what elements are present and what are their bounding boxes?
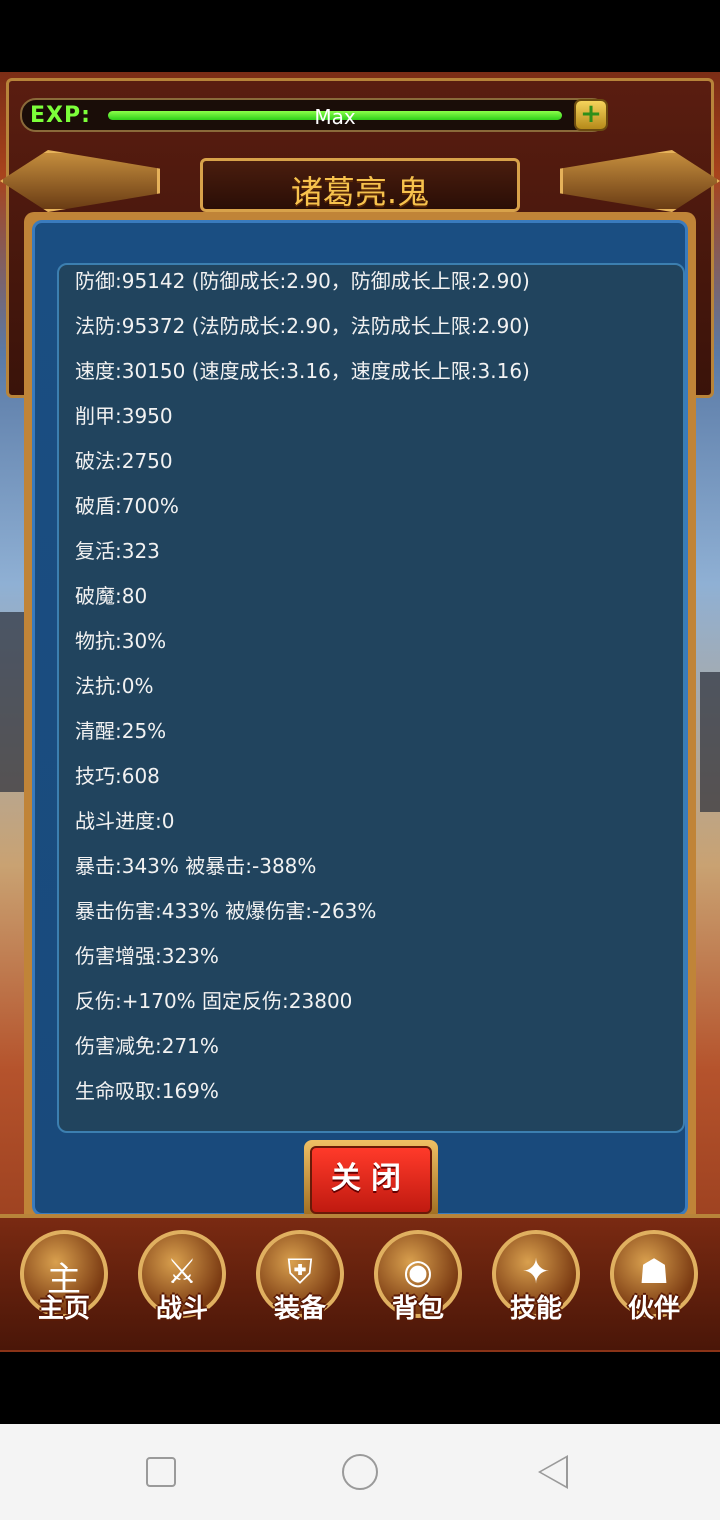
- nav-item-home[interactable]: 主主页: [14, 1230, 114, 1342]
- nav-item-equipment[interactable]: ⛨ 装备: [250, 1230, 350, 1342]
- stat-line: 战斗进度:0: [75, 809, 175, 833]
- nav-label: 技能: [509, 1294, 562, 1324]
- stat-line: 破盾:700%: [75, 494, 179, 518]
- add-exp-button[interactable]: +: [574, 99, 608, 131]
- nav-label: 伙伴: [627, 1294, 680, 1324]
- scene-tower: [0, 612, 26, 792]
- stat-line: 伤害减免:271%: [75, 1034, 219, 1058]
- dialog-body: 防御:95142 (防御成长:2.90，防御成长上限:2.90) 法防:95372…: [32, 220, 688, 1220]
- nav-item-bag[interactable]: ◉ 背包: [368, 1230, 468, 1342]
- stat-line: 法防:95372 (法防成长:2.90，法防成长上限:2.90): [75, 314, 530, 338]
- stat-line: 复活:323: [75, 539, 160, 563]
- status-bar-area: [0, 0, 720, 72]
- nav-symbol: ☗: [638, 1252, 670, 1292]
- title-plate: 诸葛亮.鬼: [0, 140, 720, 220]
- stat-line: 破魔:80: [75, 584, 148, 608]
- stat-line: 伤害增强:323%: [75, 944, 219, 968]
- close-button-label: 关闭: [310, 1146, 432, 1214]
- stat-line: 破法:2750: [75, 449, 173, 473]
- nav-symbol: ⚔: [166, 1252, 198, 1292]
- home-system-icon[interactable]: [342, 1454, 378, 1490]
- nav-item-battle[interactable]: ⚔ 战斗: [132, 1230, 232, 1342]
- scene-tower: [700, 672, 720, 812]
- nav-symbol: ◉: [403, 1252, 433, 1292]
- bottom-nav: 主主页 ⚔ 战斗 ⛨ 装备 ◉ 背包 ✦ 技能 ☗ 伙伴: [0, 1214, 720, 1350]
- exp-label: EXP:: [30, 103, 91, 128]
- nav-label: 主页: [37, 1294, 90, 1324]
- nav-symbol: ✦: [521, 1252, 551, 1292]
- stats-list: 防御:95142 (防御成长:2.90，防御成长上限:2.90) 法防:95372…: [75, 267, 673, 1122]
- recent-apps-icon[interactable]: [146, 1457, 176, 1487]
- stat-line: 防御:95142 (防御成长:2.90，防御成长上限:2.90): [75, 269, 530, 293]
- stat-line: 削甲:3950: [75, 404, 173, 428]
- nav-label: 背包: [391, 1294, 444, 1324]
- title-banner: 诸葛亮.鬼: [200, 158, 520, 212]
- stat-line: 暴击:343% 被暴击:-388%: [75, 854, 317, 878]
- back-icon[interactable]: [538, 1455, 568, 1489]
- stats-scroll-panel[interactable]: 防御:95142 (防御成长:2.90，防御成长上限:2.90) 法防:95372…: [57, 263, 685, 1133]
- stat-line: 反伤:+170% 固定反伤:23800: [75, 989, 353, 1013]
- stats-dialog: 防御:95142 (防御成长:2.90，防御成长上限:2.90) 法防:95372…: [24, 212, 696, 1224]
- title-ornament-left: [0, 150, 160, 212]
- stat-line: 物抗:30%: [75, 629, 167, 653]
- exp-value: Max: [314, 105, 356, 129]
- stat-line: 暴击伤害:433% 被爆伤害:-263%: [75, 899, 377, 923]
- stat-line: 清醒:25%: [75, 719, 167, 743]
- dialog-title: 诸葛亮.鬼: [290, 173, 430, 211]
- nav-item-partner[interactable]: ☗ 伙伴: [604, 1230, 704, 1342]
- exp-bar: Max: [108, 105, 562, 129]
- nav-label: 战斗: [155, 1294, 208, 1324]
- stat-line: 法抗:0%: [75, 674, 154, 698]
- stat-line: 速度:30150 (速度成长:3.16，速度成长上限:3.16): [75, 359, 530, 383]
- stat-line: 技巧:608: [75, 764, 160, 788]
- stat-line: 生命吸取:169%: [75, 1079, 219, 1103]
- title-ornament-right: [560, 150, 720, 212]
- nav-item-skill[interactable]: ✦ 技能: [486, 1230, 586, 1342]
- nav-symbol: ⛨: [287, 1252, 313, 1292]
- nav-label: 装备: [273, 1294, 326, 1324]
- system-nav-bar: [0, 1424, 720, 1520]
- close-button[interactable]: 关闭: [304, 1140, 438, 1220]
- exp-row: EXP: Max: [20, 98, 608, 132]
